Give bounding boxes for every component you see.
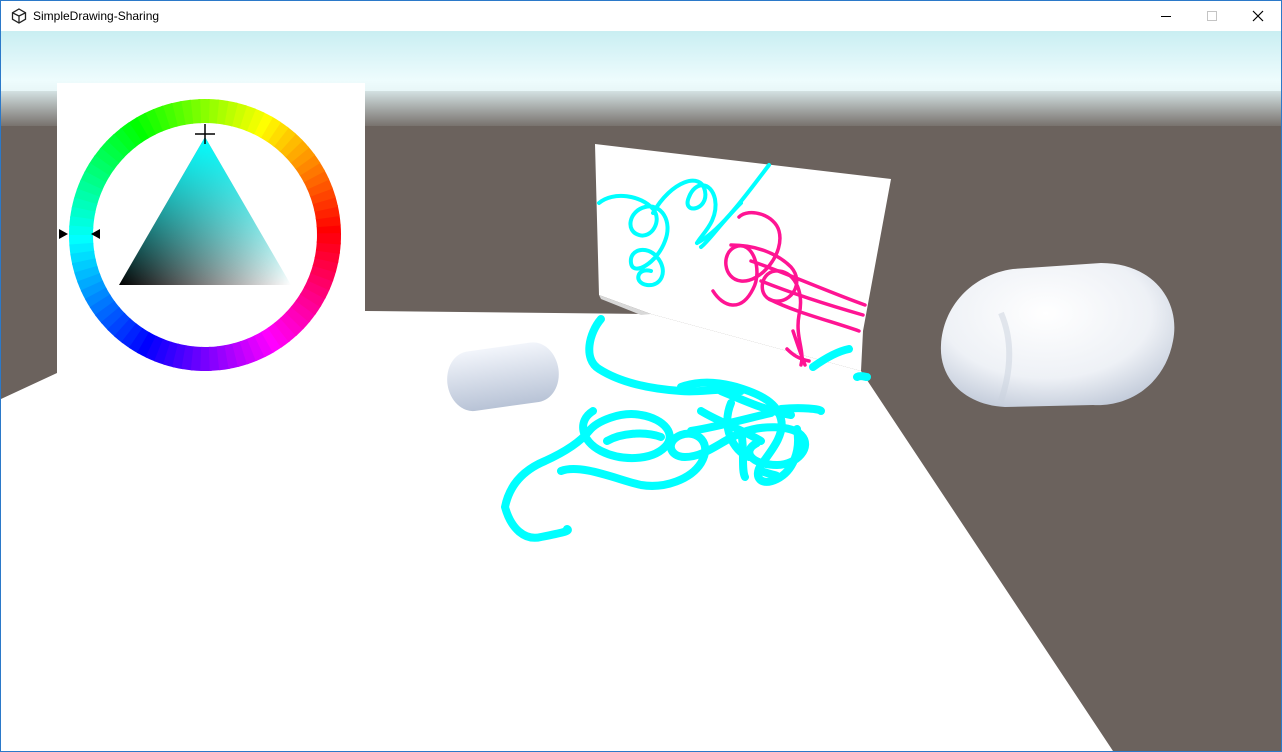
unity-icon bbox=[11, 8, 27, 24]
app-window: SimpleDrawing-Sharing bbox=[0, 0, 1282, 752]
close-button[interactable] bbox=[1235, 1, 1281, 31]
large-capsule[interactable] bbox=[940, 263, 1175, 407]
minimize-icon bbox=[1161, 16, 1171, 17]
title-bar[interactable]: SimpleDrawing-Sharing bbox=[1, 1, 1281, 31]
close-icon bbox=[1252, 10, 1264, 22]
window-title: SimpleDrawing-Sharing bbox=[33, 9, 160, 23]
maximize-button[interactable] bbox=[1189, 1, 1235, 31]
unity-3d-viewport[interactable] bbox=[1, 31, 1281, 751]
maximize-icon bbox=[1207, 11, 1217, 21]
minimize-button[interactable] bbox=[1143, 1, 1189, 31]
